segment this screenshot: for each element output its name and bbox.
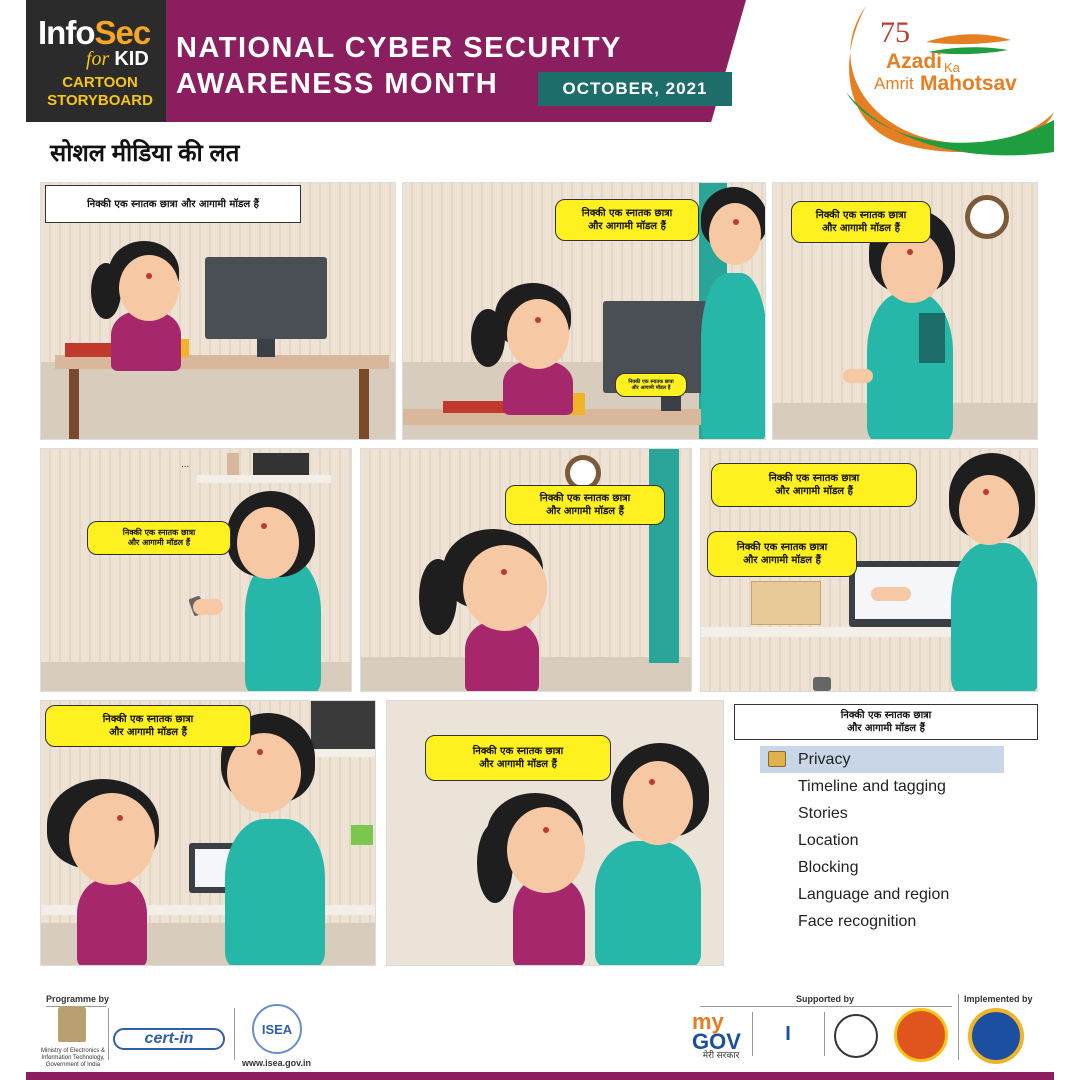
- panel6-speech-bubble-2: निक्की एक स्नातक छात्रा और आगामी मॉडल हैं: [707, 531, 857, 577]
- panel2-speech-bubble: निक्की एक स्नातक छात्रा और आगामी मॉडल हैं: [555, 199, 699, 241]
- settings-item-label: Privacy: [798, 750, 851, 768]
- panel1-caption: निक्की एक स्नातक छात्रा और आगामी मॉडल है…: [45, 185, 301, 223]
- clock-icon: [965, 195, 1009, 239]
- story-title: सोशल मीडिया की लत: [50, 140, 240, 167]
- lock-icon: [768, 751, 786, 767]
- panel4-speech-bubble: निक्की एक स्नातक छात्रा और आगामी मॉडल हैं: [87, 521, 231, 555]
- implemented-by-label: Implemented by: [964, 994, 1033, 1004]
- comic-panel-3: निक्की एक स्नातक छात्रा और आगामी मॉडल हैं: [772, 182, 1038, 440]
- cdac-logo-icon: [968, 1008, 1024, 1064]
- cert-in-logo: cert-in: [113, 1028, 225, 1050]
- comic-panel-4: ... निक्की एक स्नातक छात्रा और आगामी मॉडल…: [40, 448, 352, 692]
- storyboard-page: InfoSec for KID CARTOON STORYBOARD NATION…: [0, 0, 1080, 1080]
- aka-mahotsav: Mahotsav: [920, 72, 1017, 95]
- aka-seventy-five: 75: [880, 16, 910, 49]
- aka-amrit: Amrit: [874, 74, 914, 93]
- panel7-speech-bubble: निक्की एक स्नातक छात्रा और आगामी मॉडल हैं: [45, 705, 251, 747]
- comic-panel-8: निक्की एक स्नातक छात्रा और आगामी मॉडल हैं: [386, 700, 724, 966]
- header-title-line1: NATIONAL CYBER SECURITY: [176, 32, 622, 64]
- isea-logo: ISEA: [252, 1004, 302, 1054]
- ministry-name: Ministry of Electronics & Information Te…: [40, 1048, 106, 1068]
- panel6-speech-bubble-1: निक्की एक स्नातक छात्रा और आगामी मॉडल हैं: [711, 463, 917, 507]
- date-badge: OCTOBER, 2021: [538, 72, 732, 106]
- panel5-speech-bubble: निक्की एक स्नातक छात्रा और आगामी मॉडल हैं: [505, 485, 665, 525]
- brand-subtitle: CARTOON STORYBOARD: [47, 74, 153, 109]
- header-title-line2: AWARENESS MONTH: [176, 68, 499, 100]
- settings-item-label: Timeline and tagging: [798, 777, 946, 795]
- settings-item-location[interactable]: Location: [760, 827, 1004, 854]
- isea-url: www.isea.gov.in: [242, 1058, 312, 1068]
- panel9-caption: निक्की एक स्नातक छात्रा और आगामी मॉडल हैं: [734, 704, 1038, 740]
- brand-for-kid: for KID: [86, 48, 149, 70]
- ic-logo-icon: I: [785, 1022, 791, 1045]
- cyber-logo-icon: [894, 1008, 948, 1062]
- settings-item-blocking[interactable]: Blocking: [760, 854, 1004, 881]
- settings-item-privacy[interactable]: Privacy: [760, 746, 1004, 773]
- india-emblem-icon: [58, 1006, 86, 1042]
- comic-panel-7: निक्की एक स्नातक छात्रा और आगामी मॉडल हैं: [40, 700, 376, 966]
- comic-panel-5: निक्की एक स्नातक छात्रा और आगामी मॉडल हैं: [360, 448, 692, 692]
- settings-item-timeline-and-tagging[interactable]: Timeline and tagging: [760, 773, 1004, 800]
- comic-panel-1: निक्की एक स्नातक छात्रा और आगामी मॉडल है…: [40, 182, 396, 440]
- panel2-screen-bubble: निक्की एक स्नातक छात्रा और आगामी मॉडल हैं: [615, 373, 687, 397]
- mygov-logo: my GOV: [692, 1009, 741, 1054]
- azadi-ka-amrit-mahotsav-logo: 75 Azadi Ka Amrit Mahotsav: [836, 2, 1058, 158]
- settings-item-label: Location: [798, 831, 859, 849]
- settings-item-label: Face recognition: [798, 912, 917, 930]
- mygov-hindi: मेरी सरकार: [702, 1050, 740, 1060]
- privacy-settings-menu: Privacy Timeline and tagging Stories Loc…: [760, 746, 1004, 935]
- settings-item-face-recognition[interactable]: Face recognition: [760, 908, 1004, 935]
- programme-by-label: Programme by: [46, 994, 110, 1004]
- brand-infosec: InfoSec: [38, 14, 151, 51]
- footer-band: [26, 1072, 1054, 1080]
- settings-item-stories[interactable]: Stories: [760, 800, 1004, 827]
- settings-item-label: Stories: [798, 804, 848, 822]
- panel8-speech-bubble: निक्की एक स्नातक छात्रा और आगामी मॉडल हैं: [425, 735, 611, 781]
- aka-azadi: Azadi: [886, 50, 943, 73]
- settings-item-language-and-region[interactable]: Language and region: [760, 881, 1004, 908]
- comic-panel-6: निक्की एक स्नातक छात्रा और आगामी मॉडल हैं…: [700, 448, 1038, 692]
- comic-panel-2: निक्की एक स्नातक छात्रा और आगामी मॉडल हैं…: [402, 182, 766, 440]
- panel4-dots: ...: [181, 459, 190, 470]
- ncert-logo-icon: [834, 1014, 878, 1058]
- settings-item-label: Blocking: [798, 858, 859, 876]
- supported-by-label: Supported by: [796, 994, 854, 1004]
- settings-item-label: Language and region: [798, 885, 950, 903]
- panel3-speech-bubble: निक्की एक स्नातक छात्रा और आगामी मॉडल हैं: [791, 201, 931, 243]
